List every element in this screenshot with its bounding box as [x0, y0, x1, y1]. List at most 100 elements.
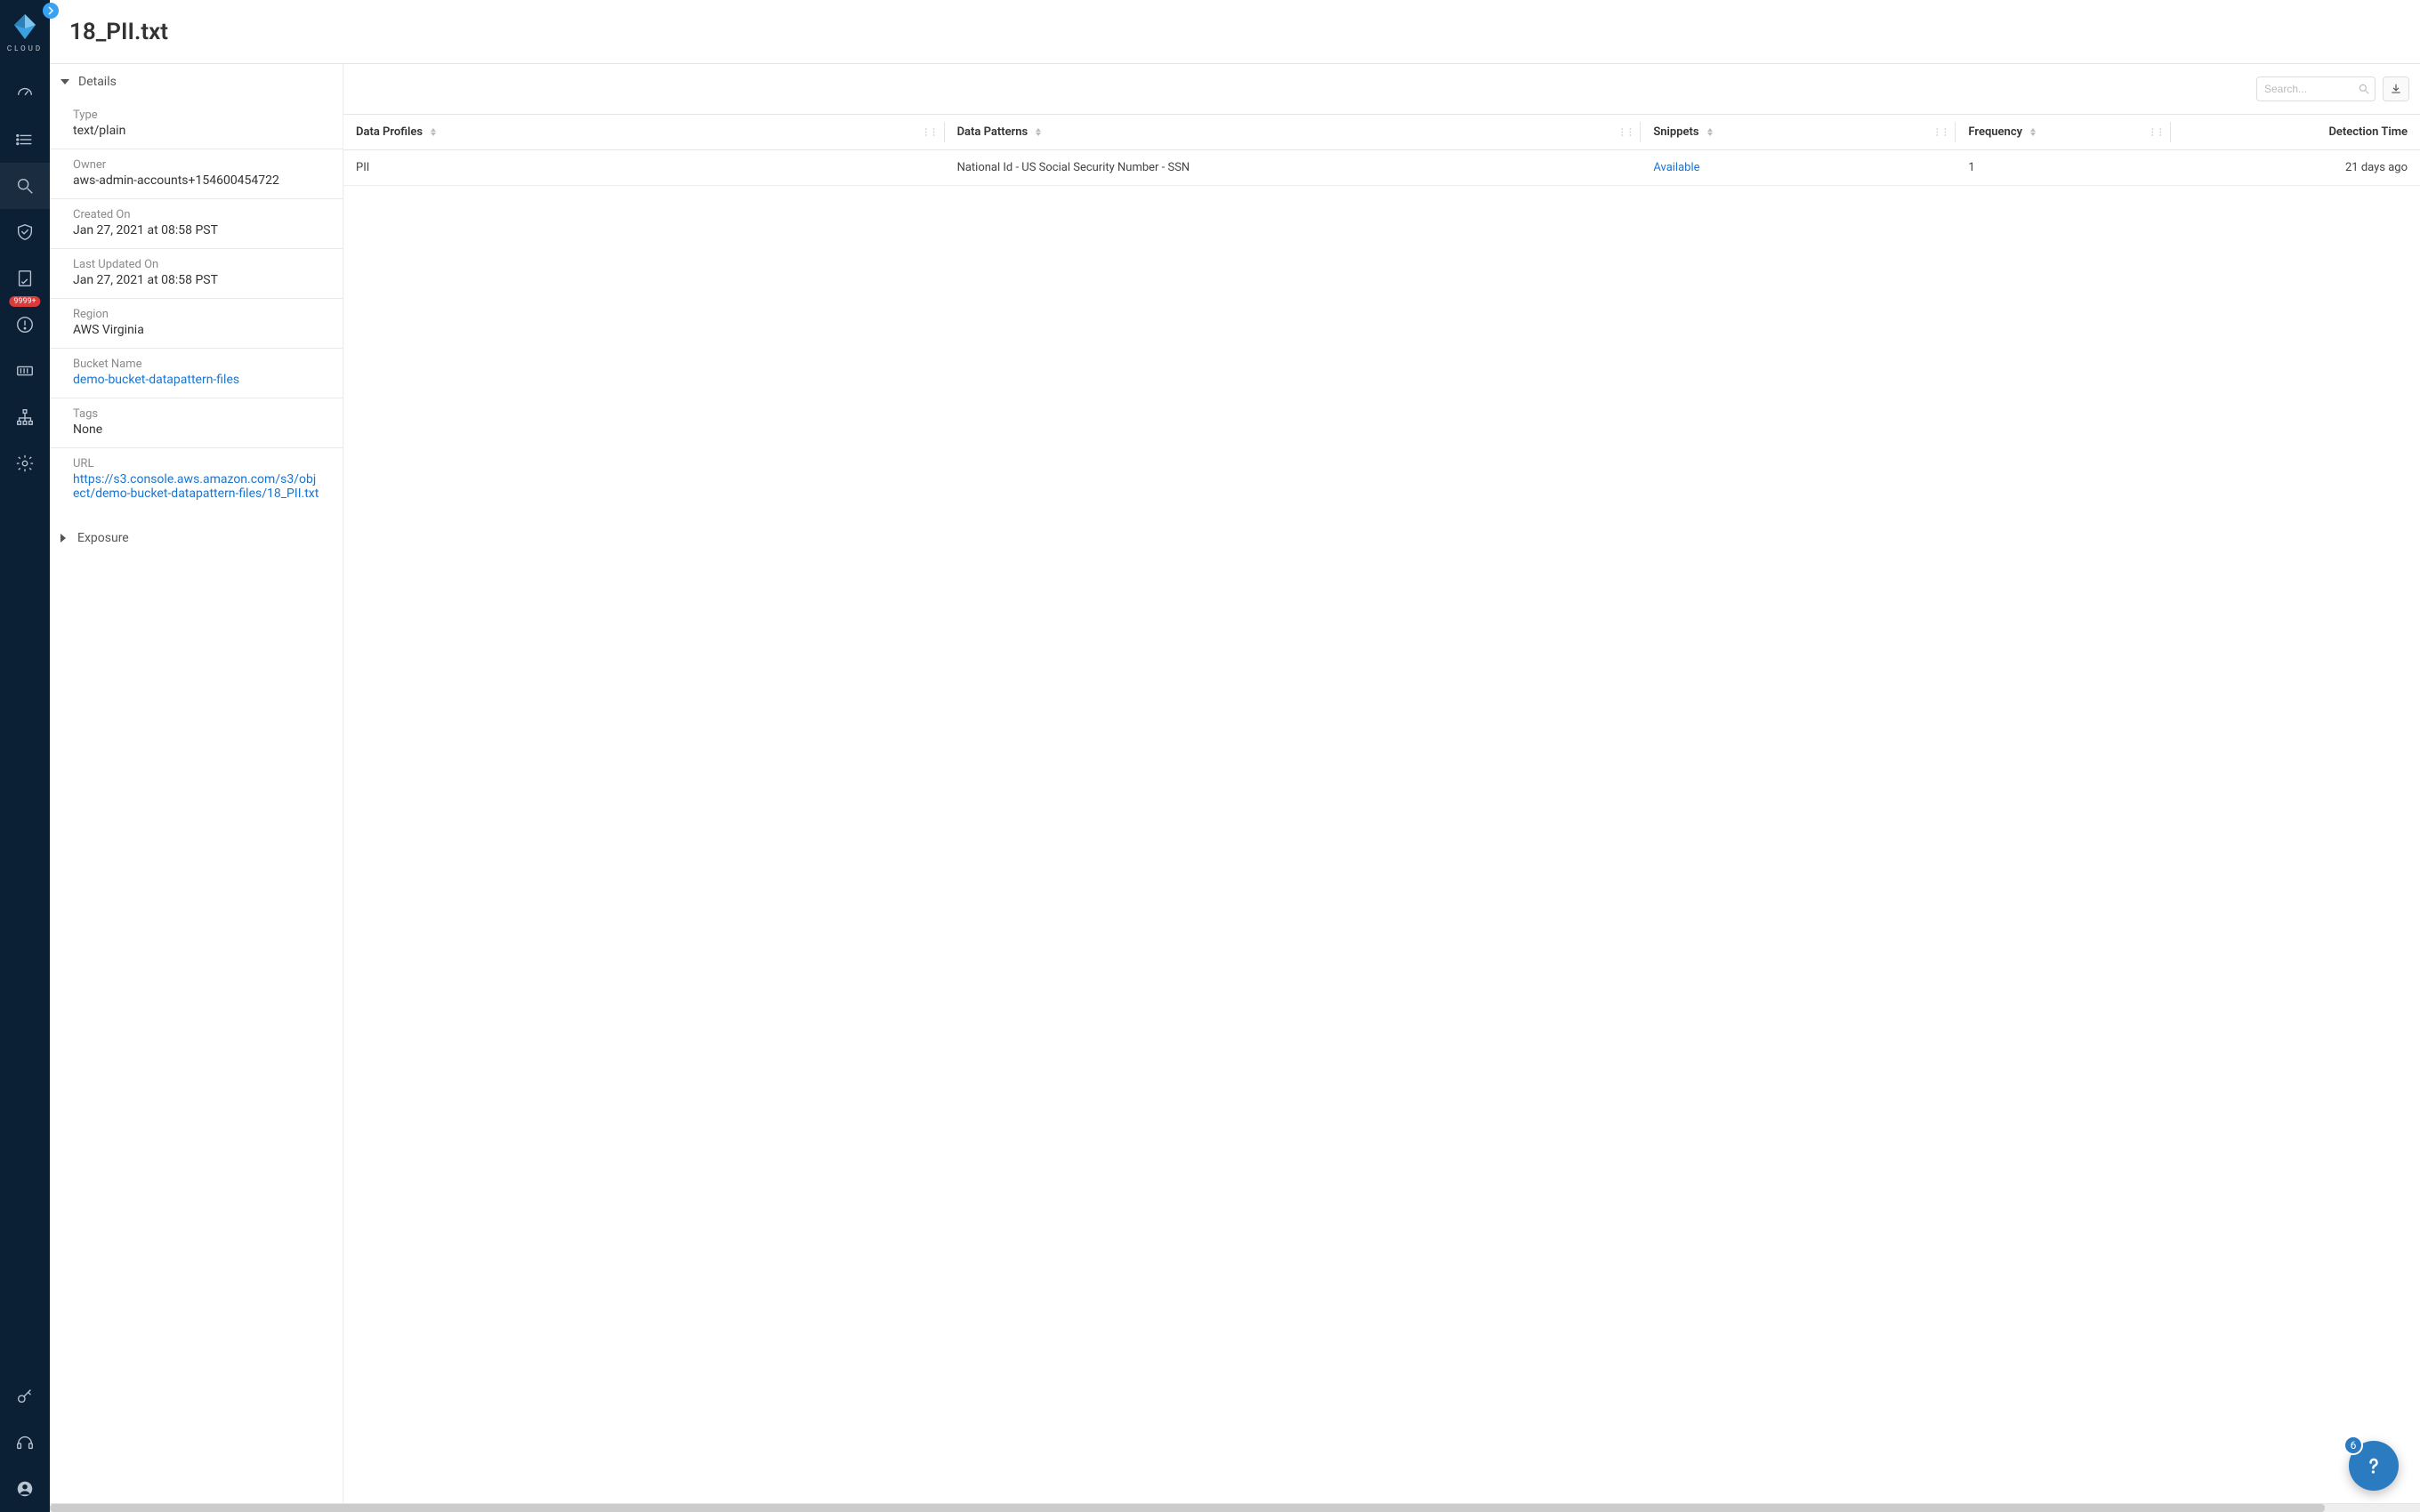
search-icon — [2358, 83, 2370, 95]
data-table: Data Profiles ⋮⋮ Data Patterns ⋮⋮ — [343, 114, 2420, 186]
help-count-badge: 6 — [2343, 1436, 2363, 1455]
alerts-badge: 9999+ — [9, 296, 40, 307]
sidebar-expand-toggle[interactable] — [43, 3, 59, 19]
col-label: Data Profiles — [356, 125, 423, 139]
field-tags: Tags None — [50, 398, 343, 448]
field-value: AWS Virginia — [73, 323, 319, 337]
horizontal-scrollbar[interactable] — [50, 1503, 2420, 1512]
magnifier-icon — [15, 176, 35, 196]
sort-icon[interactable] — [1036, 128, 1041, 136]
field-label: Created On — [73, 208, 319, 221]
nav-investigate[interactable] — [0, 163, 50, 209]
field-label: Region — [73, 308, 319, 321]
field-value: aws-admin-accounts+154600454722 — [73, 173, 319, 188]
col-data-profiles[interactable]: Data Profiles ⋮⋮ — [343, 115, 945, 150]
key-icon — [15, 1387, 35, 1406]
sort-icon[interactable] — [431, 128, 436, 136]
sidebar: CLOUD 9999+ — [0, 0, 50, 1512]
primary-nav: 9999+ — [0, 70, 50, 487]
col-label: Snippets — [1653, 125, 1698, 139]
cell-detection-time: 21 days ago — [2171, 150, 2420, 186]
url-link[interactable]: https://s3.console.aws.amazon.com/s3/obj… — [73, 472, 319, 501]
table-row[interactable]: PII National Id - US Social Security Num… — [343, 150, 2420, 186]
field-label: Type — [73, 109, 319, 122]
col-label: Frequency — [1968, 125, 2022, 139]
col-frequency[interactable]: Frequency ⋮⋮ — [1956, 115, 2171, 150]
question-icon — [2361, 1453, 2386, 1478]
field-value: Jan 27, 2021 at 08:58 PST — [73, 223, 319, 237]
sort-icon[interactable] — [1707, 128, 1713, 136]
nav-account[interactable] — [0, 1466, 50, 1512]
cell-snippet-link[interactable]: Available — [1641, 150, 1956, 186]
col-label: Detection Time — [2328, 125, 2408, 139]
data-table-wrap: Data Profiles ⋮⋮ Data Patterns ⋮⋮ — [343, 114, 2420, 1503]
page-body: Details Type text/plain Owner aws-admin-… — [50, 64, 2420, 1503]
details-section-title: Details — [78, 75, 117, 89]
field-label: Last Updated On — [73, 258, 319, 271]
scrollbar-thumb[interactable] — [50, 1504, 2325, 1512]
main-area: 18_PII.txt Details Type text/plain Owner… — [50, 0, 2420, 1512]
field-label: Owner — [73, 158, 319, 172]
cell-data-profile: PII — [343, 150, 945, 186]
drag-handle-icon[interactable]: ⋮⋮ — [2148, 127, 2164, 137]
table-header-row: Data Profiles ⋮⋮ Data Patterns ⋮⋮ — [343, 115, 2420, 150]
download-icon — [2390, 83, 2402, 95]
brand-logo[interactable]: CLOUD — [7, 0, 43, 61]
field-value: text/plain — [73, 124, 319, 138]
field-label: URL — [73, 457, 319, 470]
page-title: 18_PII.txt — [69, 19, 168, 45]
nav-keys[interactable] — [0, 1373, 50, 1420]
help-fab[interactable]: 6 — [2349, 1441, 2399, 1491]
cell-data-pattern: National Id - US Social Security Number … — [945, 150, 1642, 186]
prisma-logo-icon — [11, 12, 39, 41]
content-area: Data Profiles ⋮⋮ Data Patterns ⋮⋮ — [343, 64, 2420, 1503]
col-data-patterns[interactable]: Data Patterns ⋮⋮ — [945, 115, 1642, 150]
field-bucket-name: Bucket Name demo-bucket-datapattern-file… — [50, 349, 343, 398]
container-icon — [15, 361, 35, 381]
sort-icon[interactable] — [2030, 128, 2036, 136]
field-created-on: Created On Jan 27, 2021 at 08:58 PST — [50, 199, 343, 249]
drag-handle-icon[interactable]: ⋮⋮ — [1617, 127, 1634, 137]
field-value: None — [73, 422, 319, 437]
document-check-icon — [15, 269, 35, 288]
field-url: URL https://s3.console.aws.amazon.com/s3… — [50, 448, 343, 511]
shield-check-icon — [15, 222, 35, 242]
nav-network[interactable] — [0, 394, 50, 440]
nav-alerts[interactable]: 9999+ — [0, 302, 50, 348]
nav-policy[interactable] — [0, 255, 50, 302]
gauge-icon — [15, 84, 35, 103]
chevron-right-icon — [60, 534, 66, 543]
headset-icon — [15, 1433, 35, 1452]
footer-nav — [0, 1373, 50, 1512]
nav-list[interactable] — [0, 117, 50, 163]
download-button[interactable] — [2383, 76, 2409, 101]
col-detection-time[interactable]: Detection Time — [2171, 115, 2420, 150]
page-header: 18_PII.txt — [50, 0, 2420, 64]
details-section-header[interactable]: Details — [50, 64, 343, 100]
nav-dashboard[interactable] — [0, 70, 50, 117]
field-label: Tags — [73, 407, 319, 421]
gear-icon — [15, 454, 35, 473]
cell-frequency: 1 — [1956, 150, 2171, 186]
exposure-section-header[interactable]: Exposure — [50, 520, 343, 556]
col-label: Data Patterns — [957, 125, 1028, 139]
bucket-link[interactable]: demo-bucket-datapattern-files — [73, 373, 319, 387]
table-toolbar — [343, 64, 2420, 114]
nav-settings[interactable] — [0, 440, 50, 487]
field-region: Region AWS Virginia — [50, 299, 343, 349]
nav-compliance[interactable] — [0, 209, 50, 255]
alert-circle-icon — [15, 315, 35, 334]
list-icon — [15, 130, 35, 149]
drag-handle-icon[interactable]: ⋮⋮ — [1932, 127, 1948, 137]
brand-label: CLOUD — [7, 44, 43, 52]
search-box — [2256, 76, 2376, 101]
nav-inventory[interactable] — [0, 348, 50, 394]
details-panel: Details Type text/plain Owner aws-admin-… — [50, 64, 343, 1503]
chevron-down-icon — [60, 79, 69, 84]
exposure-section-title: Exposure — [77, 531, 129, 545]
drag-handle-icon[interactable]: ⋮⋮ — [922, 127, 938, 137]
nav-support[interactable] — [0, 1420, 50, 1466]
user-circle-icon — [15, 1479, 35, 1499]
field-owner: Owner aws-admin-accounts+154600454722 — [50, 149, 343, 199]
col-snippets[interactable]: Snippets ⋮⋮ — [1641, 115, 1956, 150]
